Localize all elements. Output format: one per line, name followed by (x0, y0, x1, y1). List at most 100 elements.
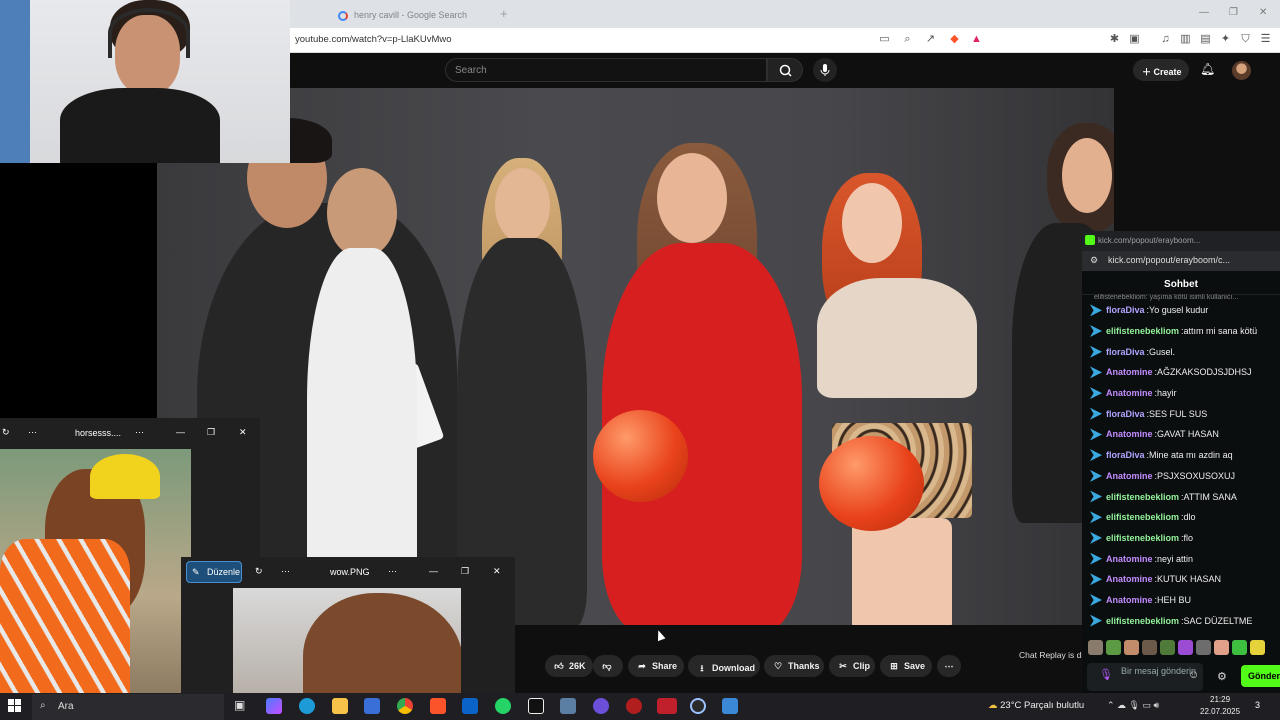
emote-icon[interactable] (1178, 640, 1193, 655)
chat-address-bar[interactable]: ⚙ kick.com/popout/erayboom/c... (1082, 251, 1280, 271)
emote-icon[interactable] (1196, 640, 1211, 655)
chat-username[interactable]: floraDiva (1106, 450, 1145, 460)
maximize-button[interactable]: ❐ (461, 566, 469, 577)
rotate-icon[interactable]: ↻ (2, 427, 10, 438)
brave-icon[interactable] (430, 698, 446, 714)
rotate-icon[interactable]: ↻ (255, 566, 263, 577)
chat-username[interactable]: elifistenebekliom (1106, 326, 1179, 336)
obs-icon[interactable] (626, 698, 642, 714)
emote-icon[interactable] (1250, 640, 1265, 655)
wallet-icon[interactable]: ▤ (1199, 33, 1212, 46)
menu-icon[interactable]: ☰ (1259, 33, 1272, 46)
file-explorer-icon[interactable] (332, 698, 348, 714)
chat-username[interactable]: floraDiva (1106, 409, 1145, 419)
tab-search-icon[interactable]: ▣ (1128, 33, 1141, 46)
minimize-button[interactable]: — (1199, 7, 1209, 18)
close-button[interactable]: ✕ (493, 566, 501, 577)
minimize-button[interactable]: — (429, 566, 438, 576)
share-page-icon[interactable]: ↗ (924, 33, 937, 46)
app-icon[interactable] (560, 698, 576, 714)
chrome-icon[interactable] (397, 698, 413, 714)
dislike-button[interactable]: 👎︎ (593, 655, 623, 677)
send-button[interactable]: Gönder (1241, 665, 1280, 687)
search-input[interactable]: Search (445, 58, 767, 82)
download-button[interactable]: ⭳ Download (688, 655, 760, 677)
chat-username[interactable]: Anatomine (1106, 388, 1153, 398)
chat-username[interactable]: elifistenebekliom (1106, 492, 1179, 502)
close-button[interactable]: ✕ (239, 427, 247, 438)
chat-username[interactable]: Anatomine (1106, 574, 1153, 584)
close-button[interactable]: ✕ (1259, 7, 1267, 18)
brave-shield-icon[interactable]: ◆ (948, 33, 961, 46)
chat-username[interactable]: floraDiva (1106, 347, 1145, 357)
store-icon[interactable] (364, 698, 380, 714)
clip-button[interactable]: ✂ Clip (829, 655, 875, 677)
new-tab-button[interactable]: + (500, 6, 508, 21)
chat-username[interactable]: Anatomine (1106, 429, 1153, 439)
notification-badge[interactable]: 3 (1255, 700, 1260, 710)
chat-username[interactable]: Anatomine (1106, 554, 1153, 564)
more-icon[interactable]: ⋯ (388, 566, 397, 577)
like-button[interactable]: 👍︎ 26K (545, 655, 593, 677)
chat-username[interactable]: elifistenebekliom (1106, 533, 1179, 543)
taskbar-search[interactable]: ⌕ Ara (32, 694, 224, 720)
chat-username[interactable]: Anatomine (1106, 595, 1153, 605)
leo-icon[interactable]: ✦ (1219, 33, 1232, 46)
voicemeeter-icon[interactable] (657, 698, 677, 714)
emote-icon[interactable] (1160, 640, 1175, 655)
share-button[interactable]: ➦ Share (628, 655, 684, 677)
more-icon[interactable]: ⋯ (281, 566, 290, 577)
emoji-icon[interactable]: ☺ (1188, 670, 1199, 681)
url-text[interactable]: youtube.com/watch?v=p-LlaKUvMwo (295, 34, 452, 45)
brave-rewards-icon[interactable]: ▲ (970, 33, 983, 46)
emote-icon[interactable] (1124, 640, 1139, 655)
media-icon[interactable]: ♫ (1159, 33, 1172, 46)
capcut-icon[interactable] (528, 698, 544, 714)
browser-tab[interactable]: henry cavill - Google Search (330, 3, 500, 28)
emote-icon[interactable] (1214, 640, 1229, 655)
minimize-button[interactable]: — (176, 427, 185, 437)
outlook-icon[interactable] (462, 698, 478, 714)
chat-settings-gear-icon[interactable]: ⚙ (1217, 670, 1227, 683)
chat-username[interactable]: Anatomine (1106, 471, 1153, 481)
site-settings-icon[interactable]: ⚙ (1090, 255, 1098, 266)
extensions-icon[interactable]: ✱ (1108, 33, 1121, 46)
chat-username[interactable]: elifistenebekliom (1106, 616, 1179, 626)
emote-icon[interactable] (1106, 640, 1121, 655)
photos-icon[interactable] (722, 698, 738, 714)
app-icon[interactable] (690, 698, 706, 714)
sidebar-icon[interactable]: ▥ (1179, 33, 1192, 46)
user-avatar[interactable] (1232, 61, 1251, 80)
system-tray-icons[interactable]: ⌃ ☁ 🎙︎ ▭ 🔊︎ (1107, 700, 1159, 711)
microphone-icon[interactable]: 🎙︎ (1099, 670, 1113, 681)
cast-icon[interactable]: ▭ (878, 33, 891, 46)
copilot-icon[interactable] (266, 698, 282, 714)
voice-search-button[interactable] (813, 58, 837, 82)
taskbar-clock[interactable]: 21:29 22.07.2025 (1200, 694, 1240, 718)
weather-widget[interactable]: ☁ 23°C Parçalı bulutlu (988, 700, 1084, 711)
emote-icon[interactable] (1088, 640, 1103, 655)
more-actions-button[interactable]: ⋯ (937, 655, 961, 677)
thanks-button[interactable]: ♡ Thanks (764, 655, 824, 677)
video-player[interactable] (157, 88, 1114, 625)
edge-icon[interactable] (299, 698, 315, 714)
create-button[interactable]: ＋ Create (1133, 59, 1189, 81)
zoom-icon[interactable]: ⌕ (901, 33, 914, 46)
whatsapp-icon[interactable] (495, 698, 511, 714)
more-icon[interactable]: ⋯ (135, 427, 144, 438)
notifications-bell-icon[interactable]: 🔔︎ (1200, 62, 1215, 76)
chat-message-input[interactable]: 🎙︎ Bir mesaj gönderin ☺ (1087, 663, 1203, 691)
chat-username[interactable]: Anatomine (1106, 367, 1153, 377)
app-icon[interactable] (593, 698, 609, 714)
chat-username[interactable]: elifistenebekliom (1106, 512, 1179, 522)
vpn-icon[interactable]: ⛉ (1239, 33, 1252, 46)
emote-icon[interactable] (1232, 640, 1247, 655)
task-view-icon[interactable]: ▣ (234, 698, 250, 714)
maximize-button[interactable]: ❐ (1229, 7, 1238, 18)
chat-username[interactable]: floraDiva (1106, 305, 1145, 315)
maximize-button[interactable]: ❐ (207, 427, 215, 438)
start-button[interactable] (8, 699, 22, 713)
emote-icon[interactable] (1142, 640, 1157, 655)
more-icon[interactable]: ⋯ (28, 427, 37, 438)
edit-button[interactable]: ✎ Düzenle (186, 561, 242, 583)
